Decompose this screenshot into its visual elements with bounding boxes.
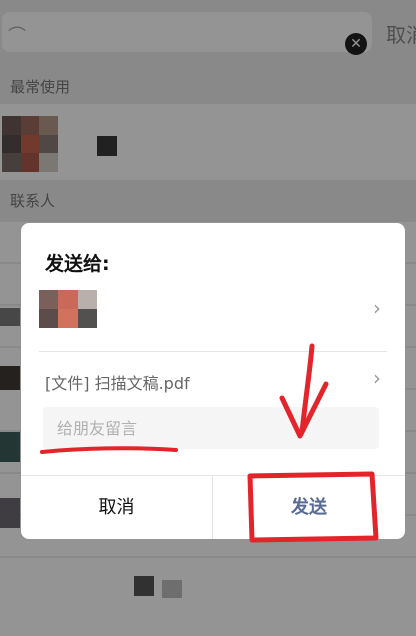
chevron-right-icon: ›: [373, 296, 381, 320]
file-row[interactable]: [文件] 扫描文稿.pdf ›: [21, 359, 405, 399]
divider: [39, 351, 387, 352]
send-to-dialog: 发送给: › [文件] 扫描文稿.pdf › 取消 发送: [21, 223, 405, 539]
recipient-row[interactable]: ›: [21, 283, 405, 341]
message-input[interactable]: [43, 407, 379, 449]
avatar: [39, 290, 97, 328]
cancel-button[interactable]: 取消: [21, 476, 213, 539]
file-label: [文件] 扫描文稿.pdf: [45, 374, 190, 393]
send-button[interactable]: 发送: [213, 476, 405, 539]
dialog-buttons: 取消 发送: [21, 475, 405, 539]
chevron-right-icon: ›: [373, 366, 381, 390]
dialog-title: 发送给:: [45, 253, 110, 275]
